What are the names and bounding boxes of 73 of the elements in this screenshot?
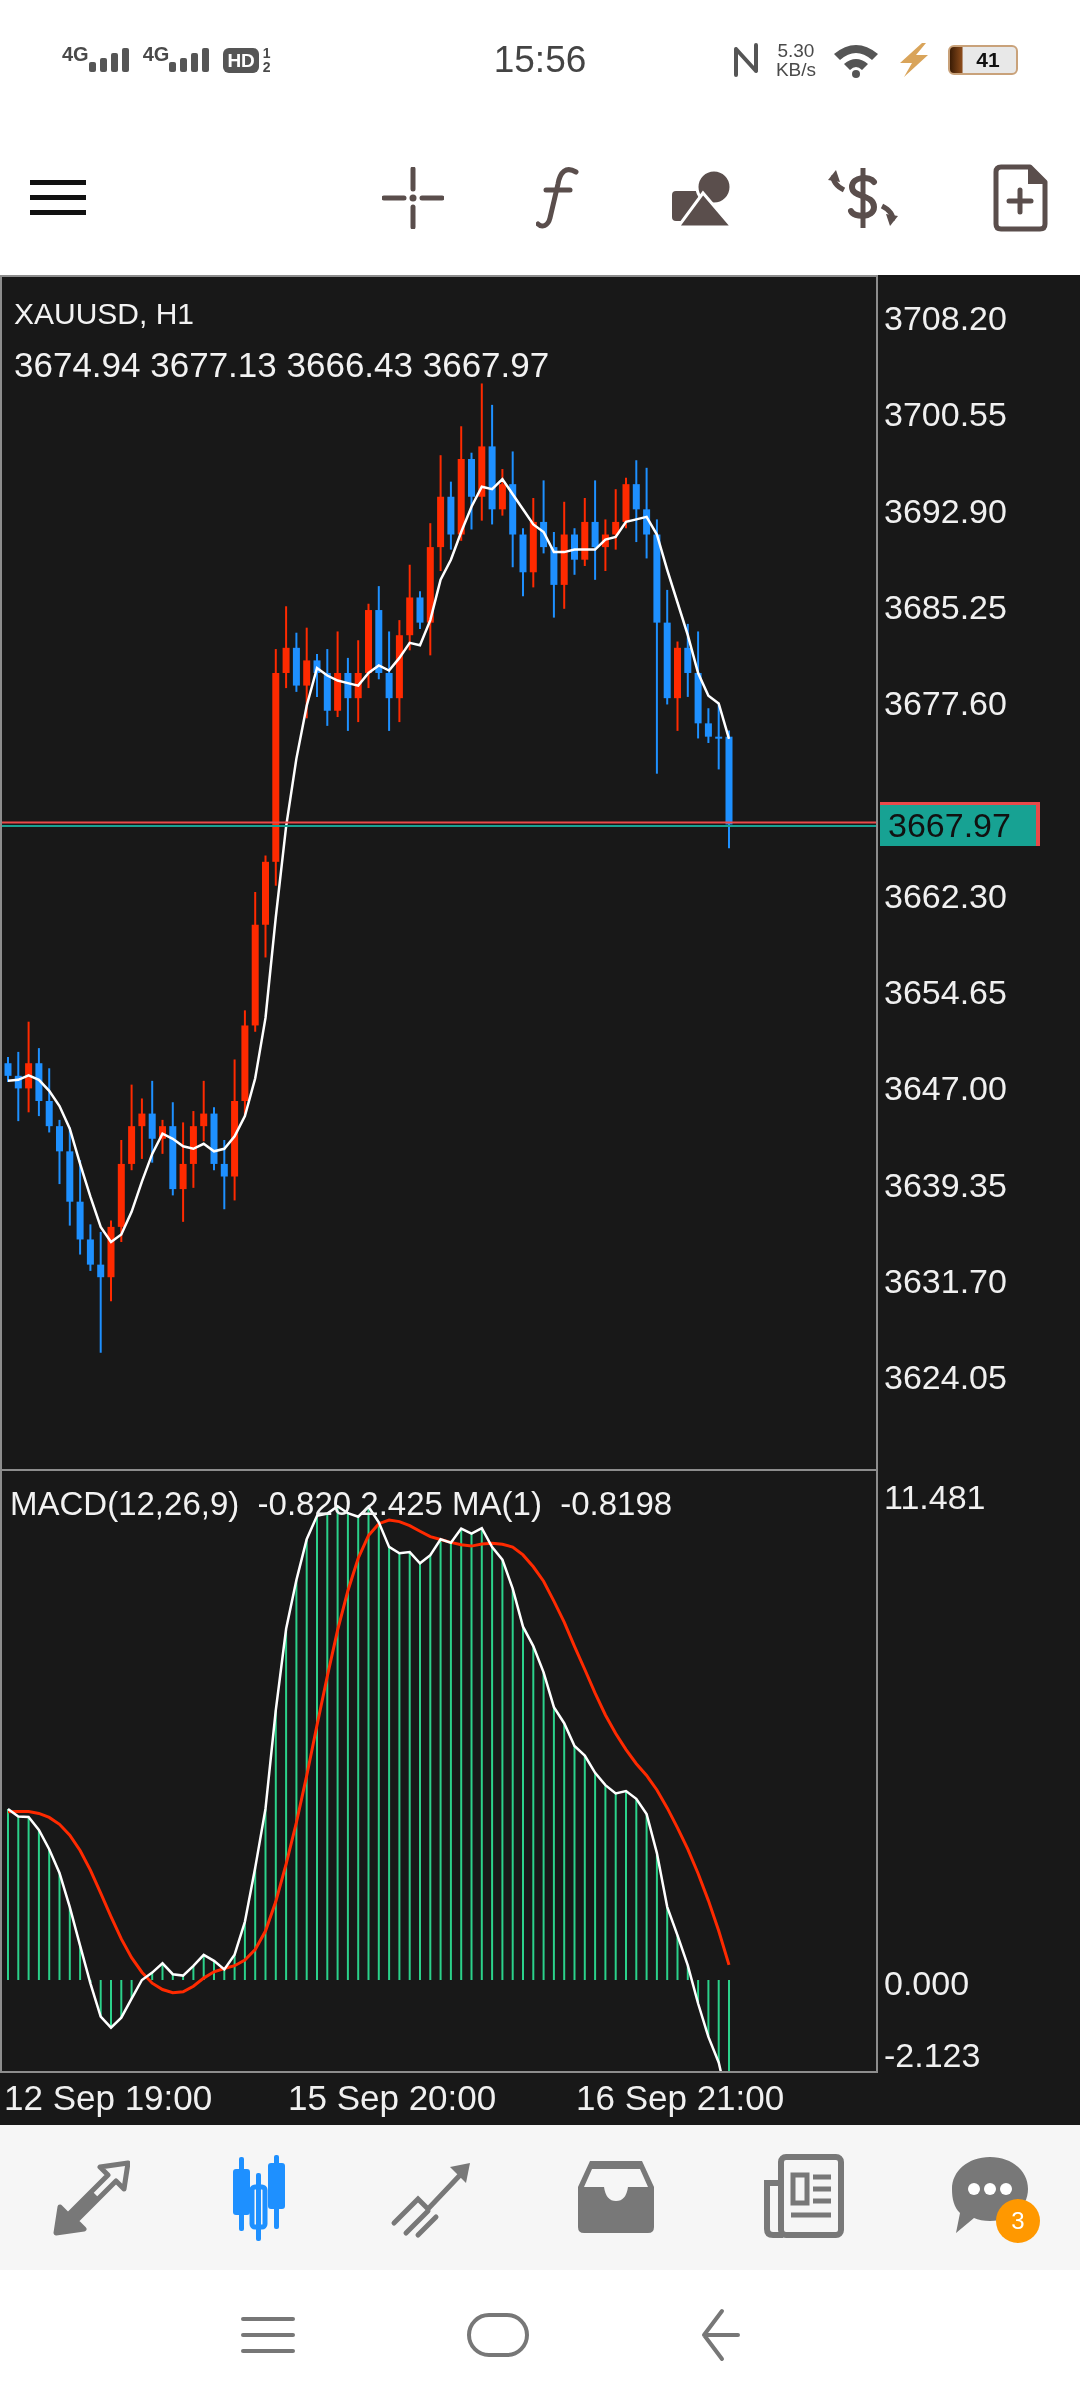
network-speed: 5.30 (776, 41, 816, 60)
time-axis-label: 12 Sep 19:00 (4, 2077, 213, 2119)
candlestick (571, 527, 578, 576)
wifi-icon (832, 42, 880, 78)
price-axis-label: 3647.00 (884, 1068, 1007, 1110)
candlestick (220, 1139, 228, 1211)
tab-button[interactable]: 3 (943, 2146, 1040, 2249)
slot-number: 1 (262, 46, 271, 60)
network-type-label: 4G (62, 44, 89, 64)
candlestick (447, 480, 455, 551)
ohlc-values: 3674.94 3677.13 3666.43 3667.97 (14, 344, 550, 386)
home-button[interactable] (466, 2312, 530, 2358)
clock: 15:56 (493, 38, 587, 83)
currency-exchange-icon[interactable] (826, 165, 900, 230)
histogram-bar (233, 1953, 236, 1981)
candlestick (56, 1118, 63, 1186)
macd-axis-label: -2.123 (884, 2035, 981, 2076)
candlestick (210, 1106, 218, 1172)
candlestick (498, 468, 506, 517)
candlestick (159, 1118, 166, 1155)
price-axis-label: 3708.20 (884, 298, 1007, 339)
candlestick (416, 590, 424, 630)
price-axis-label: 3685.25 (884, 586, 1007, 628)
candlestick (35, 1047, 43, 1118)
current-price-tag: 3667.97 (880, 802, 1040, 847)
candlestick-chart-icon (233, 2152, 286, 2243)
macd-axis-label: 0.000 (884, 1963, 970, 2004)
nfc-icon (731, 41, 760, 79)
price-axis-label: 3624.05 (884, 1357, 1007, 1399)
histogram-bar (120, 1979, 123, 2019)
macd-indicator-label: MACD(12,26,9) -0.820 2.425 MA(1) -0.8198 (10, 1484, 673, 1524)
notification-badge: 3 (995, 2198, 1040, 2243)
back-button[interactable] (700, 2307, 742, 2363)
price-axis-label: 3631.70 (884, 1261, 1007, 1302)
histogram-bar (151, 1971, 154, 1981)
network-type-label: 4G (142, 44, 170, 64)
candlestick (601, 518, 609, 572)
candlestick (138, 1097, 146, 1160)
price-axis-label: 3677.60 (884, 683, 1007, 725)
candlestick (519, 527, 527, 598)
histogram-bar (99, 1979, 102, 2018)
histogram-bar (223, 1968, 226, 1981)
histogram-bar (161, 1962, 164, 1981)
histogram-bar (182, 1974, 185, 1981)
menu-button[interactable] (30, 177, 86, 218)
candlestick (86, 1223, 94, 1272)
candlestick (704, 707, 712, 744)
speed-unit: KB/s (775, 60, 816, 79)
time-axis-label: 16 Sep 21:00 (576, 2077, 785, 2119)
macd-axis-label: 11.481 (884, 1477, 986, 1518)
candlestick (581, 497, 589, 567)
function-icon[interactable] (536, 165, 580, 230)
candlestick (200, 1079, 208, 1143)
new-document-icon[interactable] (992, 163, 1048, 232)
time-axis-label: 15 Sep 20:00 (288, 2077, 497, 2119)
recent-apps-button[interactable] (240, 2315, 296, 2355)
symbol-label: XAUUSD, H1 (14, 296, 195, 332)
price-axis-label: 3639.35 (884, 1164, 1007, 1206)
battery-level: 41 (976, 47, 1000, 74)
hd-voice-indicator: HD (223, 47, 259, 73)
price-axis-label: 3654.65 (884, 972, 1007, 1014)
histogram-bar (171, 1973, 174, 1981)
candlestick (622, 476, 630, 530)
candlestick (313, 653, 321, 698)
candlestick (612, 488, 620, 551)
price-axis-label: 3692.90 (884, 490, 1007, 532)
candlestick (292, 631, 300, 693)
crosshair-icon[interactable] (382, 166, 444, 229)
price-axis-label: 3700.55 (884, 394, 1007, 436)
slot-number: 2 (262, 60, 271, 74)
candlestick (45, 1067, 53, 1134)
price-axis-label: 3662.30 (884, 875, 1007, 917)
candlestick (4, 1055, 12, 1084)
